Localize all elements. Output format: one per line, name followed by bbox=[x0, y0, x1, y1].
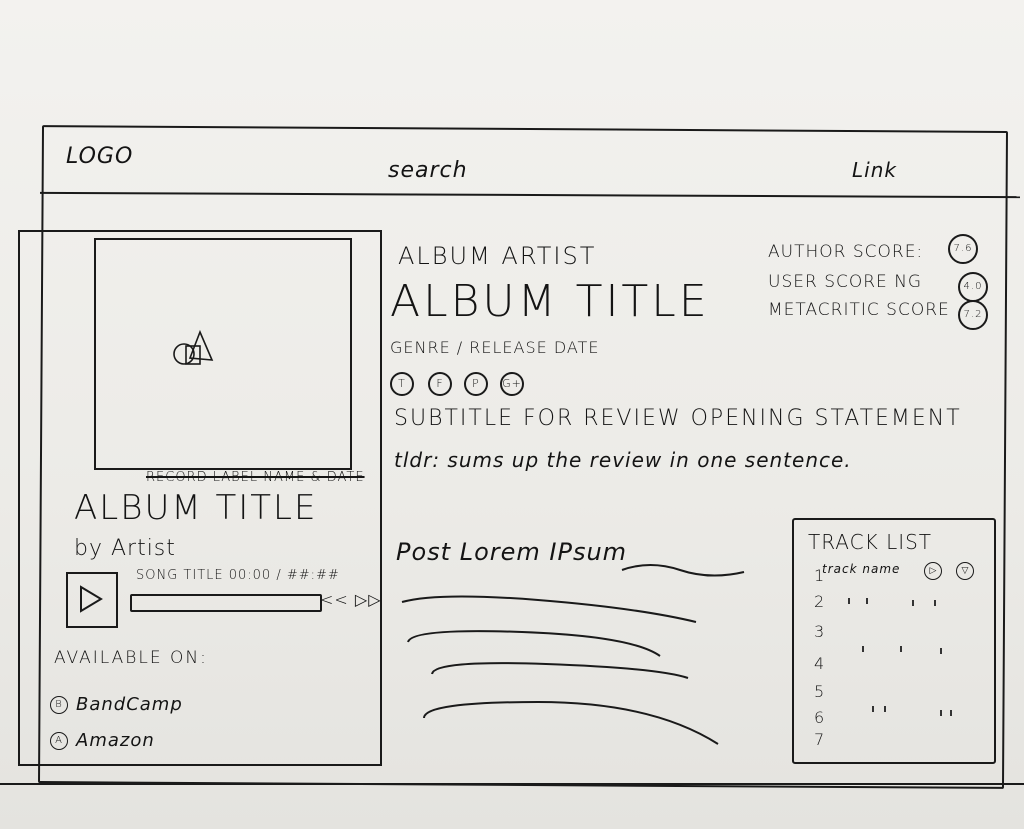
store-name: BandCamp bbox=[76, 694, 183, 715]
bandcamp-icon: B bbox=[50, 696, 68, 714]
search-input[interactable]: search bbox=[388, 158, 468, 183]
song-progress-bar[interactable] bbox=[130, 594, 322, 612]
track-number: 7 bbox=[814, 730, 826, 749]
placeholder-tick bbox=[884, 706, 886, 712]
metacritic-score-label: METACRITIC SCORE bbox=[768, 300, 950, 320]
placeholder-tick bbox=[862, 646, 864, 652]
track-number: 5 bbox=[814, 682, 826, 701]
google-plus-share-icon[interactable]: G+ bbox=[500, 372, 524, 396]
play-button[interactable] bbox=[66, 572, 118, 628]
text-placeholder-line bbox=[423, 700, 719, 745]
store-link-amazon[interactable]: A Amazon bbox=[50, 730, 155, 751]
user-score-label: USER SCORE NG bbox=[768, 272, 923, 292]
page-bottom-line bbox=[0, 783, 1024, 785]
album-art-placeholder-icon bbox=[164, 318, 224, 378]
twitter-share-icon[interactable]: T bbox=[390, 372, 414, 396]
placeholder-tick bbox=[848, 598, 850, 604]
metacritic-score-value: 7.2 bbox=[958, 300, 988, 330]
placeholder-tick bbox=[872, 706, 874, 712]
author-score-value: 7.6 bbox=[948, 234, 978, 264]
track-download-icon[interactable]: ▽ bbox=[956, 562, 974, 580]
placeholder-tick bbox=[940, 648, 942, 654]
track-name[interactable]: track name bbox=[822, 562, 900, 576]
record-label-date: RECORD LABEL NAME & DATE bbox=[146, 470, 365, 485]
store-link-bandcamp[interactable]: B BandCamp bbox=[50, 694, 183, 715]
user-score-value: 4.0 bbox=[958, 272, 988, 302]
nav-link[interactable]: Link bbox=[852, 158, 897, 182]
placeholder-tick bbox=[934, 600, 936, 606]
text-placeholder-line bbox=[621, 564, 745, 577]
track-list-panel bbox=[792, 518, 996, 764]
play-icon bbox=[80, 585, 103, 613]
track-number: 2 bbox=[814, 592, 826, 611]
review-tldr: tldr: sums up the review in one sentence… bbox=[394, 448, 852, 472]
review-subtitle: SUBTITLE FOR REVIEW OPENING STATEMENT bbox=[394, 406, 962, 431]
placeholder-tick bbox=[950, 710, 952, 716]
available-on-label: AVAILABLE ON: bbox=[54, 648, 208, 668]
logo[interactable]: LOGO bbox=[66, 144, 133, 169]
store-name: Amazon bbox=[76, 730, 155, 751]
author-score-label: AUTHOR SCORE: bbox=[768, 242, 924, 262]
track-number: 6 bbox=[814, 708, 826, 727]
pinterest-share-icon[interactable]: P bbox=[464, 372, 488, 396]
placeholder-tick bbox=[866, 598, 868, 604]
post-body-heading: Post Lorem IPsum bbox=[396, 538, 628, 566]
genre-release-date: GENRE / RELEASE DATE bbox=[390, 338, 600, 357]
card-artist: by Artist bbox=[74, 536, 176, 561]
placeholder-tick bbox=[940, 710, 942, 716]
track-number: 4 bbox=[814, 654, 826, 673]
text-placeholder-line bbox=[431, 662, 689, 679]
track-number: 3 bbox=[814, 622, 826, 641]
transport-controls[interactable]: << ▷▷ bbox=[320, 590, 382, 609]
track-play-icon[interactable]: ▷ bbox=[924, 562, 942, 580]
album-artist: ALBUM ARTIST bbox=[398, 242, 597, 270]
page-title: ALBUM TITLE bbox=[390, 276, 710, 327]
song-info: SONG TITLE 00:00 / ##:## bbox=[136, 568, 340, 583]
facebook-share-icon[interactable]: F bbox=[428, 372, 452, 396]
track-list-title: TRACK LIST bbox=[808, 530, 933, 554]
card-album-title: ALBUM TITLE bbox=[74, 488, 318, 528]
amazon-icon: A bbox=[50, 732, 68, 750]
placeholder-tick bbox=[900, 646, 902, 652]
placeholder-tick bbox=[912, 600, 914, 606]
